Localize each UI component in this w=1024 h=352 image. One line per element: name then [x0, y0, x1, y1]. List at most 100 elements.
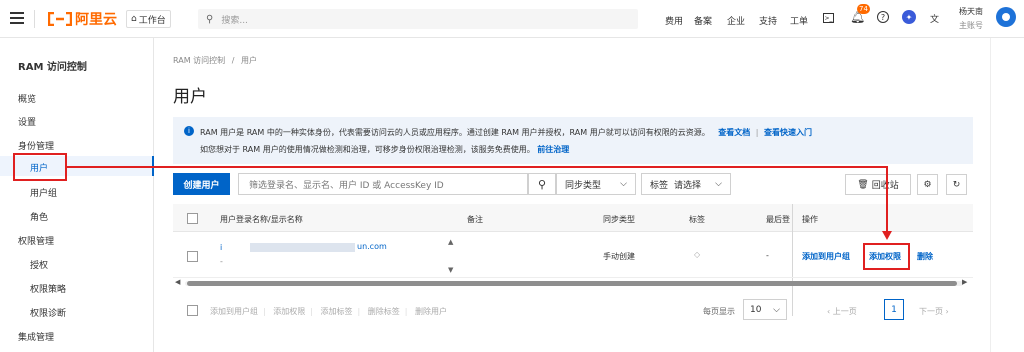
nav-enterprise[interactable]: 企业	[727, 14, 745, 27]
tag-icon[interactable]: ◇	[694, 250, 700, 259]
language-icon[interactable]: 文	[930, 12, 939, 25]
chevron-down-icon: ⌵	[620, 179, 627, 189]
tag-select[interactable]: 标签 请选择 ⌵	[641, 173, 731, 195]
sidebar-group-permissions[interactable]: 权限管理	[18, 234, 54, 247]
breadcrumb-root[interactable]: RAM 访问控制	[173, 56, 225, 65]
column-header-actions: 操作	[802, 215, 818, 224]
scroll-right-icon[interactable]: ▶	[962, 278, 967, 286]
nav-billing[interactable]: 费用	[665, 14, 683, 27]
sidebar-item-settings[interactable]: 设置	[18, 115, 36, 128]
app-icon[interactable]: ✦	[902, 10, 916, 24]
user-avatar-icon	[1002, 13, 1010, 21]
trash-icon: 🗑︎	[857, 179, 869, 190]
search-button[interactable]: ⚲	[528, 173, 556, 195]
column-header-login[interactable]: 用户登录名称/显示名称	[220, 214, 303, 225]
page-title: 用户	[173, 87, 207, 107]
user-search-placeholder: 筛选登录名、显示名、用户 ID 或 AccessKey ID	[249, 180, 444, 191]
search-box[interactable]: ⚲ 搜索...	[198, 9, 638, 29]
sidebar-item-overview[interactable]: 概览	[18, 92, 36, 105]
notification-badge: 74	[857, 4, 870, 14]
sidebar-item-groups[interactable]: 用户组	[30, 186, 57, 199]
sidebar-item-diagnosis[interactable]: 权限诊断	[30, 306, 66, 319]
sidebar: RAM 访问控制 概览 设置 身份管理 用户 用户组 角色 权限管理 授权 权限…	[0, 38, 167, 352]
sidebar-title: RAM 访问控制	[18, 62, 87, 73]
avatar[interactable]	[996, 7, 1016, 27]
table-row	[173, 232, 973, 278]
sidebar-item-grants[interactable]: 授权	[30, 258, 48, 271]
aliyun-logo-icon	[48, 12, 72, 26]
sidebar-group-integration[interactable]: 集成管理	[18, 330, 54, 343]
help-icon[interactable]: ?	[877, 11, 889, 23]
add-to-group-action[interactable]: 添加到用户组	[802, 251, 850, 262]
page-size-label: 每页显示	[703, 307, 735, 316]
next-page-label: 下一页	[919, 307, 943, 316]
sync-type-label: 同步类型	[565, 180, 602, 191]
quickstart-link[interactable]: 查看快速入门	[764, 128, 812, 137]
breadcrumb: RAM 访问控制 / 用户	[173, 55, 257, 66]
user-role: 主账号	[959, 21, 983, 30]
chevron-left-icon: ‹	[827, 307, 831, 316]
search-icon: ⚲	[537, 177, 547, 191]
scroll-down-icon[interactable]: ▼	[448, 266, 453, 274]
nav-support[interactable]: 支持	[759, 14, 777, 27]
settings-button[interactable]: ⚙︎	[917, 174, 938, 195]
row-last-login: -	[766, 251, 769, 260]
search-icon: ⚲	[206, 13, 214, 25]
workbench-button[interactable]: ⌂ 工作台	[126, 10, 171, 28]
logo-text: 阿里云	[75, 12, 117, 28]
user-search-input[interactable]: 筛选登录名、显示名、用户 ID 或 AccessKey ID	[238, 173, 528, 195]
refresh-icon: ↻	[952, 179, 961, 190]
aliyun-logo[interactable]: 阿里云	[48, 9, 117, 29]
user-login-prefix[interactable]: i	[220, 243, 222, 252]
create-user-button[interactable]: 创建用户	[173, 173, 230, 195]
redacted-login	[250, 243, 355, 252]
gear-icon: ⚙︎	[923, 179, 932, 190]
bulk-add-to-group[interactable]: 添加到用户组	[210, 307, 258, 316]
menu-icon[interactable]	[10, 12, 24, 24]
search-placeholder: 搜索...	[221, 15, 248, 26]
bulk-delete-user[interactable]: 删除用户	[415, 307, 447, 316]
main-content: RAM 访问控制 / 用户 用户 i RAM 用户是 RAM 中的一种实体身份，…	[155, 38, 990, 352]
footer-select-all-checkbox[interactable]	[187, 305, 198, 316]
prev-page-button[interactable]: ‹ 上一页	[827, 306, 857, 317]
bulk-delete-tag[interactable]: 删除标签	[368, 307, 400, 316]
horizontal-scrollbar[interactable]	[185, 281, 963, 286]
page-size-select[interactable]: 10 ⌵	[743, 299, 787, 320]
sidebar-group-identity[interactable]: 身份管理	[18, 139, 54, 152]
terminal-icon[interactable]: >_	[823, 13, 834, 23]
user-name[interactable]: 杨天南	[959, 6, 983, 17]
sidebar-item-roles[interactable]: 角色	[30, 210, 48, 223]
recycle-bin-button[interactable]: 🗑︎ 回收站	[845, 174, 911, 195]
home-icon: ⌂	[131, 14, 137, 24]
nav-beian[interactable]: 备案	[694, 14, 712, 27]
docs-link[interactable]: 查看文档	[718, 128, 750, 137]
chevron-right-icon: ›	[945, 307, 949, 316]
delete-action[interactable]: 删除	[917, 251, 933, 262]
column-header-note: 备注	[467, 215, 483, 224]
row-checkbox[interactable]	[187, 251, 198, 262]
next-page-button[interactable]: 下一页 ›	[919, 306, 949, 317]
sidebar-item-policies[interactable]: 权限策略	[30, 282, 66, 295]
bulk-add-permission[interactable]: 添加权限	[273, 307, 305, 316]
governance-link[interactable]: 前往治理	[537, 145, 569, 154]
info-text-1: RAM 用户是 RAM 中的一种实体身份，代表需要访问云的人员或应用程序。通过创…	[200, 128, 710, 137]
info-line-2: 如您想对于 RAM 用户的使用情况做检测和治理，可移步身份权限治理检测，该服务免…	[200, 144, 569, 155]
column-header-last-login: 最后登	[766, 215, 790, 224]
workbench-label: 工作台	[138, 15, 166, 26]
refresh-button[interactable]: ↻	[946, 174, 967, 195]
info-icon: i	[184, 126, 194, 136]
prev-page-label: 上一页	[832, 307, 857, 316]
scrollbar-thumb[interactable]	[187, 281, 957, 286]
top-bar: 阿里云 ⌂ 工作台 ⚲ 搜索... 费用 备案 企业 支持 工单 >_ 🔔︎ 7…	[0, 0, 1024, 38]
info-text-2: 如您想对于 RAM 用户的使用情况做检测和治理，可移步身份权限治理检测，该服务免…	[200, 145, 535, 154]
nav-ticket[interactable]: 工单	[790, 14, 808, 27]
bulk-add-tag[interactable]: 添加标签	[321, 307, 353, 316]
select-all-checkbox[interactable]	[187, 213, 198, 224]
scroll-up-icon[interactable]: ▲	[448, 238, 453, 246]
column-header-tags: 标签	[689, 215, 705, 224]
scroll-left-icon[interactable]: ◀	[175, 278, 180, 286]
page-1-button[interactable]: 1	[884, 299, 904, 320]
tag-select-label: 标签	[650, 180, 669, 191]
sync-type-select[interactable]: 同步类型 ⌵	[556, 173, 636, 195]
user-login-suffix[interactable]: un.com	[357, 242, 387, 251]
